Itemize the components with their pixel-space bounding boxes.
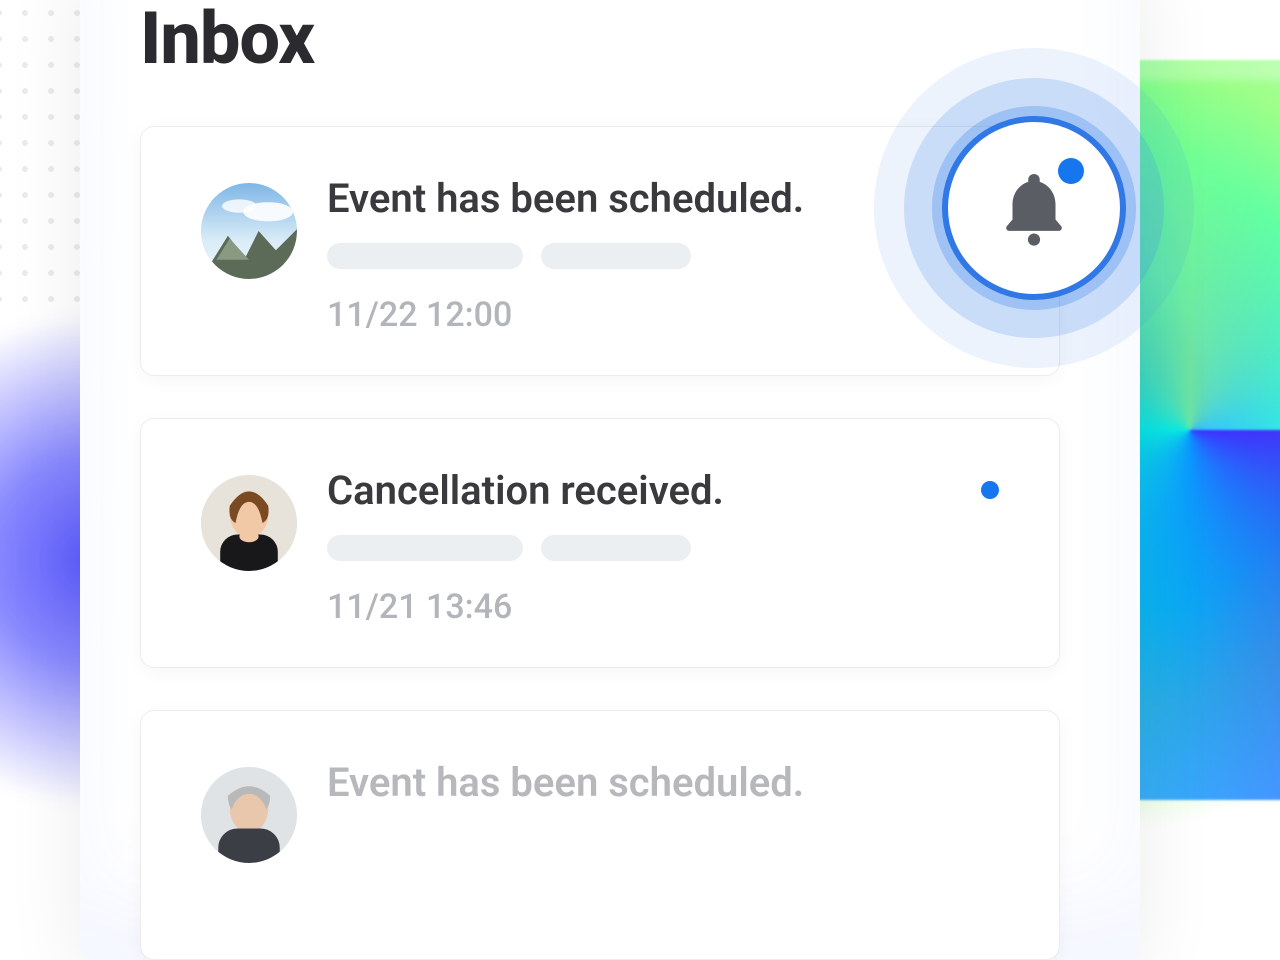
inbox-item-subject: Event has been scheduled. <box>327 177 929 221</box>
unread-dot-icon <box>981 481 999 499</box>
person-icon <box>201 767 297 863</box>
inbox-item-timestamp: 11/21 13:46 <box>327 587 929 627</box>
page-title: Inbox <box>140 0 314 81</box>
inbox-item[interactable]: Event has been scheduled. 11/22 12:00 <box>140 126 1060 376</box>
unread-dot-icon <box>1058 158 1084 184</box>
inbox-item[interactable]: Event has been scheduled. <box>140 710 1060 960</box>
notification-bell-button[interactable] <box>942 116 1126 300</box>
inbox-item-timestamp: 11/22 12:00 <box>327 295 929 335</box>
inbox-item-subject: Cancellation received. <box>327 469 929 513</box>
person-icon <box>201 475 297 571</box>
preview-placeholder <box>327 535 929 561</box>
preview-placeholder <box>327 243 929 269</box>
avatar <box>201 767 297 863</box>
inbox-list: Event has been scheduled. 11/22 12:00 <box>140 126 1060 960</box>
landscape-icon <box>201 183 297 279</box>
avatar <box>201 475 297 571</box>
inbox-item-subject: Event has been scheduled. <box>327 761 929 805</box>
inbox-item[interactable]: Cancellation received. 11/21 13:46 <box>140 418 1060 668</box>
avatar <box>201 183 297 279</box>
